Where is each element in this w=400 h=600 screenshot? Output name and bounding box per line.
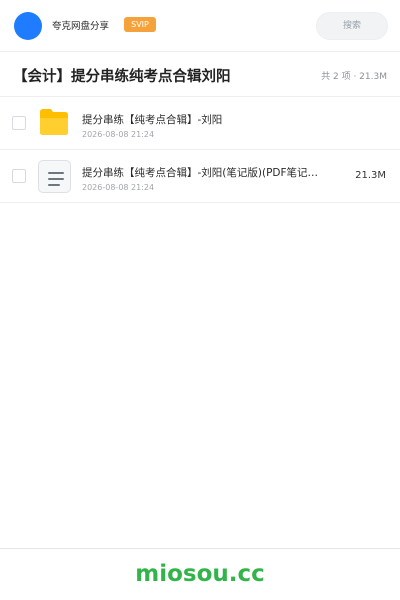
- file-time: 2026-08-08 21:24: [82, 183, 155, 192]
- avatar[interactable]: [14, 12, 42, 40]
- share-page: 夸克网盘分享 SVIP 搜索 【会计】提分串练纯考点合辑刘阳 共 2 项 · 2…: [0, 0, 400, 600]
- file-row-document[interactable]: 提分串练【纯考点合辑】-刘阳(笔记版)(PDF笔记… 2026-08-08 21…: [0, 150, 400, 203]
- file-time: 2026-08-08 21:24: [82, 130, 155, 139]
- file-list: 提分串练【纯考点合辑】-刘阳 2026-08-08 21:24 提分串练【纯考点…: [0, 97, 400, 203]
- document-checkbox[interactable]: [12, 169, 26, 183]
- document-icon: [38, 160, 71, 193]
- svip-badge: SVIP: [124, 17, 156, 32]
- page-title: 【会计】提分串练纯考点合辑刘阳: [13, 69, 231, 85]
- footer-brand[interactable]: miosou.cc: [0, 561, 400, 587]
- share-summary: 共 2 项 · 21.3M: [321, 72, 387, 82]
- folder-icon: [40, 109, 68, 135]
- file-name[interactable]: 提分串练【纯考点合辑】-刘阳: [82, 112, 332, 127]
- footer-bar: miosou.cc: [0, 548, 400, 600]
- folder-checkbox[interactable]: [12, 116, 26, 130]
- share-title-row: 【会计】提分串练纯考点合辑刘阳 共 2 项 · 21.3M: [0, 52, 400, 97]
- file-size: 21.3M: [355, 170, 386, 181]
- top-header: 夸克网盘分享 SVIP 搜索: [0, 0, 400, 52]
- file-name[interactable]: 提分串练【纯考点合辑】-刘阳(笔记版)(PDF笔记…: [82, 165, 332, 180]
- search-input[interactable]: 搜索: [316, 12, 388, 40]
- app-name: 夸克网盘分享: [52, 21, 110, 32]
- file-row-folder[interactable]: 提分串练【纯考点合辑】-刘阳 2026-08-08 21:24: [0, 97, 400, 150]
